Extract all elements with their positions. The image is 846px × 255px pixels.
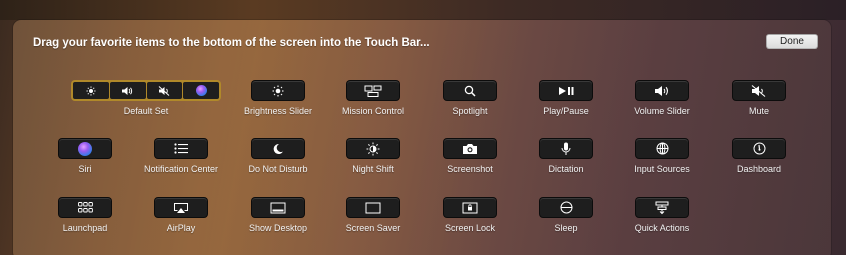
- item-airplay[interactable]: AirPlay: [126, 197, 236, 241]
- camera-icon: [443, 138, 497, 159]
- night-shift-icon: [346, 138, 400, 159]
- item-quick-actions[interactable]: Quick Actions: [607, 197, 717, 241]
- moon-icon: [251, 138, 305, 159]
- item-notification-center[interactable]: Notification Center: [126, 138, 236, 182]
- item-label: Mute: [748, 106, 769, 116]
- item-do-not-disturb[interactable]: Do Not Disturb: [223, 138, 333, 182]
- item-play-pause[interactable]: Play/Pause: [511, 80, 621, 124]
- item-label: Launchpad: [62, 223, 108, 233]
- grid-icon: [58, 197, 112, 218]
- mission-control-icon: [346, 80, 400, 101]
- item-label: Spotlight: [452, 106, 488, 116]
- item-label: Screen Saver: [345, 223, 401, 233]
- brightness-icon: [251, 80, 305, 101]
- sleep-icon: [539, 197, 593, 218]
- item-screen-saver[interactable]: Screen Saver: [318, 197, 428, 241]
- item-label: Dashboard: [736, 164, 782, 174]
- item-show-desktop[interactable]: Show Desktop: [223, 197, 333, 241]
- siri-icon: [183, 82, 219, 99]
- item-label: Do Not Disturb: [248, 164, 308, 174]
- item-input-sources[interactable]: Input Sources: [607, 138, 717, 182]
- item-label: Notification Center: [143, 164, 219, 174]
- item-mute[interactable]: Mute: [704, 80, 814, 124]
- airplay-icon: [154, 197, 208, 218]
- volume-icon: [109, 82, 146, 99]
- item-label: Sleep: [554, 223, 578, 233]
- item-sleep[interactable]: Sleep: [511, 197, 621, 241]
- default-set-strip[interactable]: [71, 80, 221, 101]
- item-spotlight[interactable]: Spotlight: [415, 80, 525, 124]
- item-screenshot[interactable]: Screenshot: [415, 138, 525, 182]
- done-button[interactable]: Done: [766, 34, 818, 49]
- gauge-icon: [732, 138, 786, 159]
- item-label: Brightness Slider: [243, 106, 313, 116]
- microphone-icon: [539, 138, 593, 159]
- item-dictation[interactable]: Dictation: [511, 138, 621, 182]
- mute-icon: [146, 82, 183, 99]
- item-label: Show Desktop: [248, 223, 308, 233]
- desktop-icon: [251, 197, 305, 218]
- item-label: Volume Slider: [634, 106, 690, 116]
- desktop-background: [0, 0, 846, 20]
- list-icon: [154, 138, 208, 159]
- item-label: Default Set: [123, 106, 169, 116]
- item-label: Night Shift: [352, 164, 394, 174]
- item-label: Dictation: [548, 164, 584, 174]
- item-screen-lock[interactable]: Screen Lock: [415, 197, 525, 241]
- item-label: Play/Pause: [543, 106, 589, 116]
- siri-icon: [58, 138, 112, 159]
- item-dashboard[interactable]: Dashboard: [704, 138, 814, 182]
- item-label: Quick Actions: [634, 223, 690, 233]
- instruction-text: Drag your favorite items to the bottom o…: [33, 37, 430, 49]
- item-launchpad[interactable]: Launchpad: [30, 197, 140, 241]
- item-default-set[interactable]: Default Set: [71, 80, 221, 124]
- volume-icon: [635, 80, 689, 101]
- screen-icon: [346, 197, 400, 218]
- item-brightness-slider[interactable]: Brightness Slider: [223, 80, 333, 124]
- item-siri[interactable]: Siri: [30, 138, 140, 182]
- brightness-icon: [73, 82, 109, 99]
- item-label: Siri: [78, 164, 92, 174]
- item-night-shift[interactable]: Night Shift: [318, 138, 428, 182]
- mute-icon: [732, 80, 786, 101]
- play-pause-icon: [539, 80, 593, 101]
- item-label: Input Sources: [634, 164, 690, 174]
- touch-bar-customization-panel: Drag your favorite items to the bottom o…: [13, 20, 831, 255]
- item-mission-control[interactable]: Mission Control: [318, 80, 428, 124]
- globe-icon: [635, 138, 689, 159]
- quick-actions-icon: [635, 197, 689, 218]
- item-volume-slider[interactable]: Volume Slider: [607, 80, 717, 124]
- lock-screen-icon: [443, 197, 497, 218]
- item-label: AirPlay: [166, 223, 196, 233]
- item-label: Screen Lock: [444, 223, 496, 233]
- item-label: Screenshot: [447, 164, 493, 174]
- magnifier-icon: [443, 80, 497, 101]
- item-label: Mission Control: [341, 106, 405, 116]
